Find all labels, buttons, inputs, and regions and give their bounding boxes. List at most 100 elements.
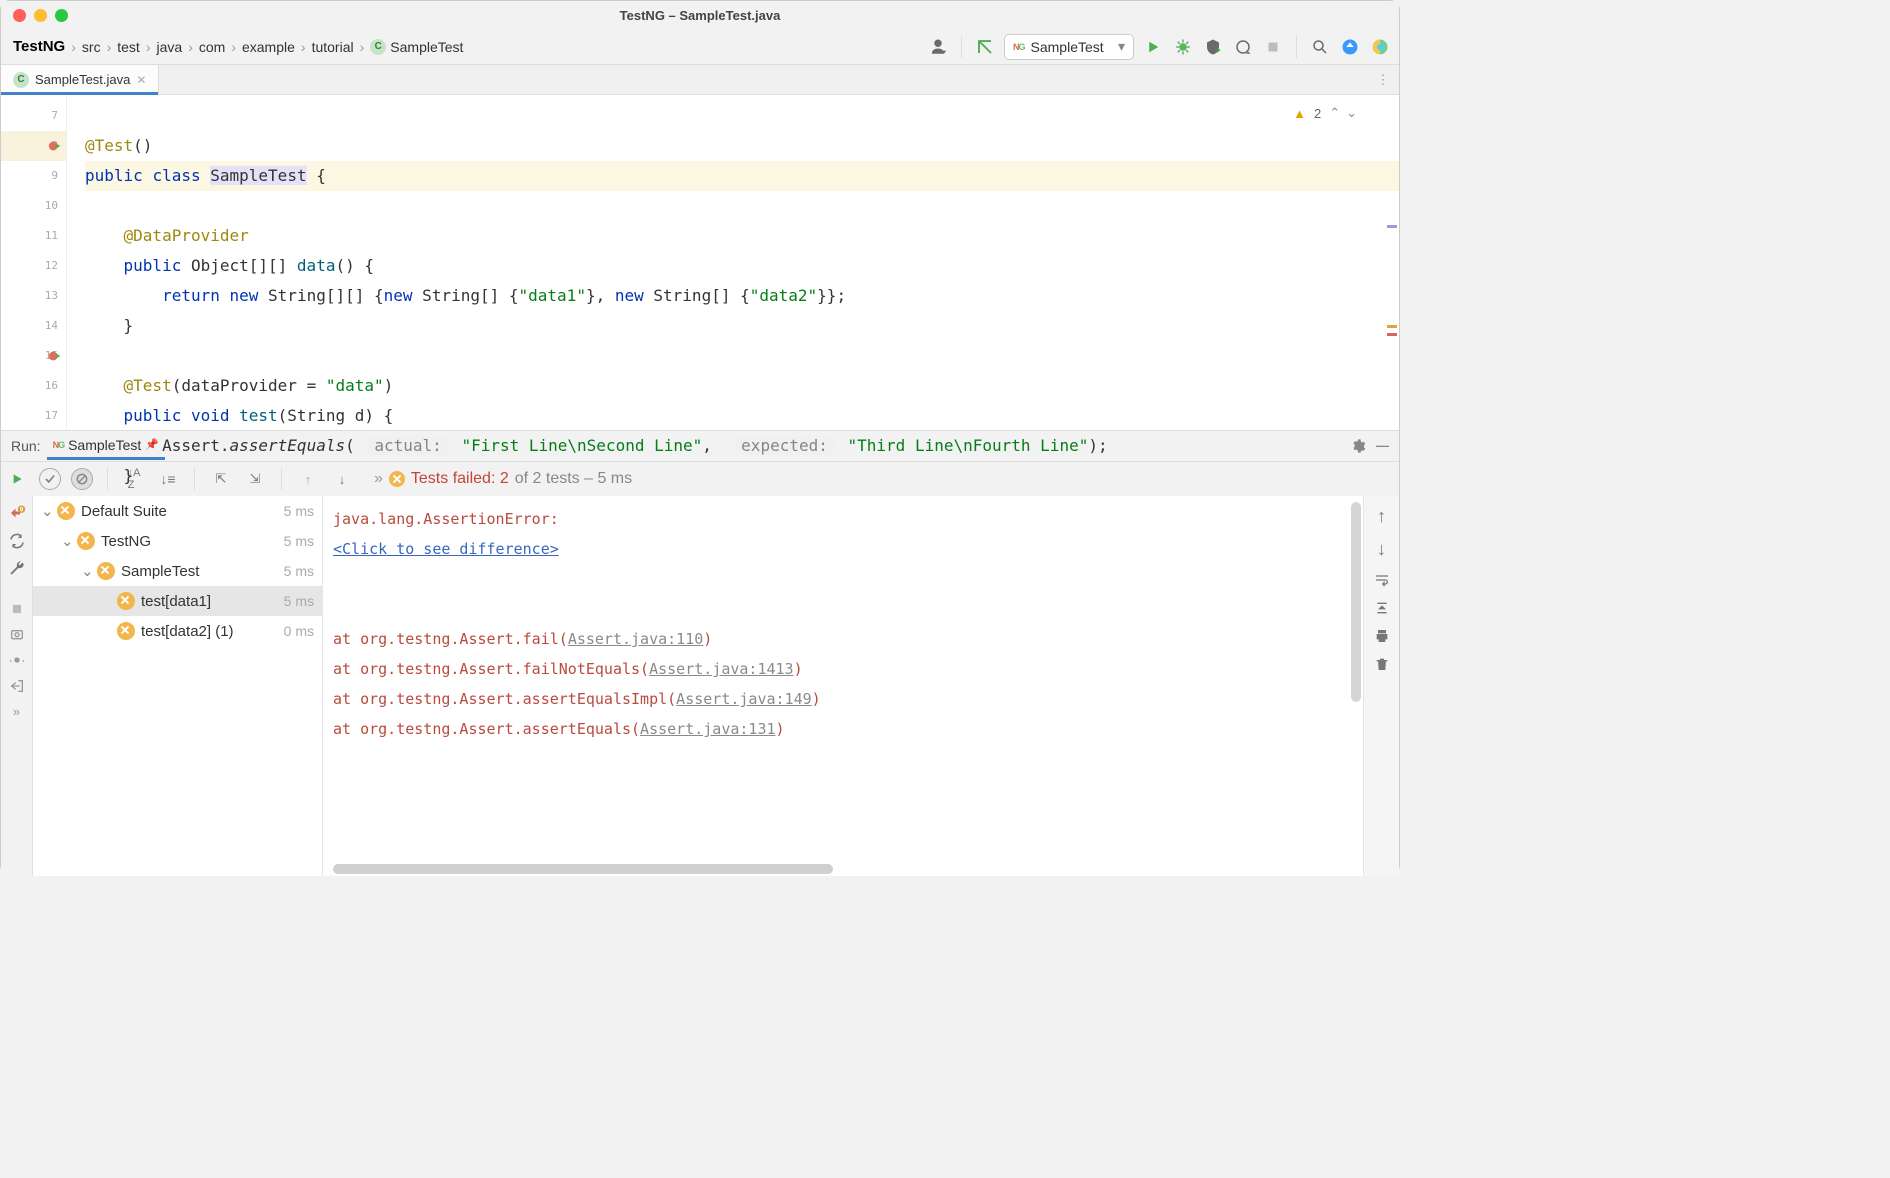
editor-tab[interactable]: C SampleTest.java ✕	[1, 65, 159, 94]
prev-highlight-button[interactable]: ⌃	[1329, 105, 1340, 121]
search-button[interactable]	[1309, 36, 1331, 58]
ide-features-button[interactable]	[1369, 36, 1391, 58]
line-number: 12	[45, 259, 58, 272]
main-toolbar: TestNG › src › test › java › com › examp…	[1, 29, 1399, 65]
import-tests-button[interactable]	[9, 652, 25, 668]
fail-icon	[117, 622, 135, 640]
breadcrumb-item[interactable]: tutorial	[308, 37, 358, 57]
error-stripe[interactable]	[1385, 95, 1399, 430]
minimize-window-button[interactable]	[34, 9, 47, 22]
exit-button[interactable]	[9, 678, 25, 694]
stop-tests-button[interactable]	[10, 602, 24, 616]
more-icon[interactable]: »	[13, 704, 20, 719]
sync-button[interactable]	[1339, 36, 1361, 58]
separator	[961, 36, 962, 58]
editor[interactable]: 7 8 9 10 11 12 13 14 15 16 17 @Test() pu…	[1, 95, 1399, 430]
tree-label: SampleTest	[121, 563, 199, 580]
stop-button[interactable]	[1262, 36, 1284, 58]
breadcrumb-item[interactable]: java	[153, 37, 187, 57]
editor-inspection-status[interactable]: ▲ 2 ⌃ ⌄	[1293, 105, 1357, 121]
source-link[interactable]: Assert.java:131	[640, 720, 775, 738]
close-tab-icon[interactable]: ✕	[136, 73, 146, 87]
source-link[interactable]: Assert.java:110	[568, 630, 703, 648]
breadcrumb-item[interactable]: com	[195, 37, 229, 57]
console-right-column: ↑ ↓	[1363, 496, 1399, 876]
test-tree[interactable]: ⌄ Default Suite 5 ms ⌄ TestNG 5 ms ⌄ Sam…	[33, 496, 323, 876]
breadcrumb-item[interactable]: test	[113, 37, 144, 57]
rerun-button[interactable]	[9, 471, 25, 487]
fail-icon	[57, 502, 75, 520]
profile-button[interactable]	[1232, 36, 1254, 58]
tree-row[interactable]: test[data1] 5 ms	[33, 586, 322, 616]
print-button[interactable]	[1374, 628, 1390, 644]
breadcrumb-item[interactable]: src	[78, 37, 105, 57]
down-stack-button[interactable]: ↓	[1377, 539, 1386, 560]
tree-time: 5 ms	[284, 593, 314, 609]
window-title: TestNG – SampleTest.java	[1, 8, 1399, 23]
coverage-button[interactable]	[1202, 36, 1224, 58]
testng-icon: NG	[1013, 42, 1025, 52]
run-config-select[interactable]: NG SampleTest ▾	[1004, 34, 1134, 60]
line-number: 14	[45, 319, 58, 332]
run-gutter-icon[interactable]	[48, 349, 62, 363]
toggle-auto-test-button[interactable]	[8, 532, 26, 550]
class-icon: C	[370, 39, 386, 55]
source-link[interactable]: Assert.java:1413	[649, 660, 794, 678]
tree-row[interactable]: ⌄ TestNG 5 ms	[33, 526, 322, 556]
dump-threads-button[interactable]	[9, 626, 25, 642]
source-link[interactable]: Assert.java:149	[676, 690, 811, 708]
class-icon: C	[13, 72, 29, 88]
scroll-to-end-button[interactable]	[1374, 600, 1390, 616]
expand-icon[interactable]: ⌄	[61, 532, 77, 550]
tree-row[interactable]: ⌄ SampleTest 5 ms	[33, 556, 322, 586]
editor-tab-row: C SampleTest.java ✕ ⋮	[1, 65, 1399, 95]
line-number: 16	[45, 379, 58, 392]
separator	[1296, 36, 1297, 58]
editor-tab-label: SampleTest.java	[35, 72, 130, 87]
expand-icon[interactable]: ⌄	[81, 562, 97, 580]
code-area[interactable]: @Test() public class SampleTest { @DataP…	[67, 95, 1399, 430]
diff-link[interactable]: <Click to see difference>	[333, 540, 559, 558]
window-controls	[13, 9, 68, 22]
breadcrumb-item[interactable]: example	[238, 37, 299, 57]
run-gutter-icon[interactable]	[48, 139, 62, 153]
console-output[interactable]: java.lang.AssertionError: <Click to see …	[323, 496, 1363, 876]
tree-time: 5 ms	[284, 563, 314, 579]
run-button[interactable]	[1142, 36, 1164, 58]
breadcrumb-class[interactable]: C SampleTest	[366, 37, 467, 57]
line-number: 11	[45, 229, 58, 242]
maximize-window-button[interactable]	[55, 9, 68, 22]
trace-line: at org.testng.Assert.assertEquals(	[333, 720, 640, 738]
fail-icon	[389, 471, 405, 487]
close-window-button[interactable]	[13, 9, 26, 22]
tree-label: TestNG	[101, 533, 151, 550]
next-highlight-button[interactable]: ⌄	[1346, 105, 1357, 121]
console-scrollbar-horizontal[interactable]	[333, 864, 833, 874]
expand-icon[interactable]: ⌄	[41, 502, 57, 520]
run-label: Run:	[11, 438, 41, 454]
rerun-failed-button[interactable]: 9	[8, 504, 26, 522]
console-scrollbar-vertical[interactable]	[1351, 502, 1361, 702]
chevron-icon: ›	[107, 39, 112, 55]
user-menu-button[interactable]	[927, 36, 949, 58]
dropdown-icon: ▾	[1118, 38, 1125, 55]
tree-row[interactable]: test[data2] (1) 0 ms	[33, 616, 322, 646]
fail-icon	[117, 592, 135, 610]
tree-time: 0 ms	[284, 623, 314, 639]
fail-icon	[97, 562, 115, 580]
line-number: 13	[45, 289, 58, 302]
fail-icon	[77, 532, 95, 550]
soft-wrap-button[interactable]	[1374, 572, 1390, 588]
build-button[interactable]	[974, 36, 996, 58]
clear-button[interactable]	[1374, 656, 1390, 672]
tab-row-menu-button[interactable]: ⋮	[1367, 65, 1399, 94]
show-passed-toggle[interactable]	[39, 468, 61, 490]
wrench-icon[interactable]	[9, 560, 25, 576]
warning-icon: ▲	[1293, 106, 1306, 121]
trace-line: at org.testng.Assert.fail(	[333, 630, 568, 648]
run-body: 9 » ⌄ Default Suite 5 ms ⌄	[1, 496, 1399, 876]
debug-button[interactable]	[1172, 36, 1194, 58]
titlebar: TestNG – SampleTest.java	[1, 1, 1399, 29]
trace-line: at org.testng.Assert.assertEqualsImpl(	[333, 690, 676, 708]
breadcrumb-project[interactable]: TestNG	[9, 36, 69, 57]
